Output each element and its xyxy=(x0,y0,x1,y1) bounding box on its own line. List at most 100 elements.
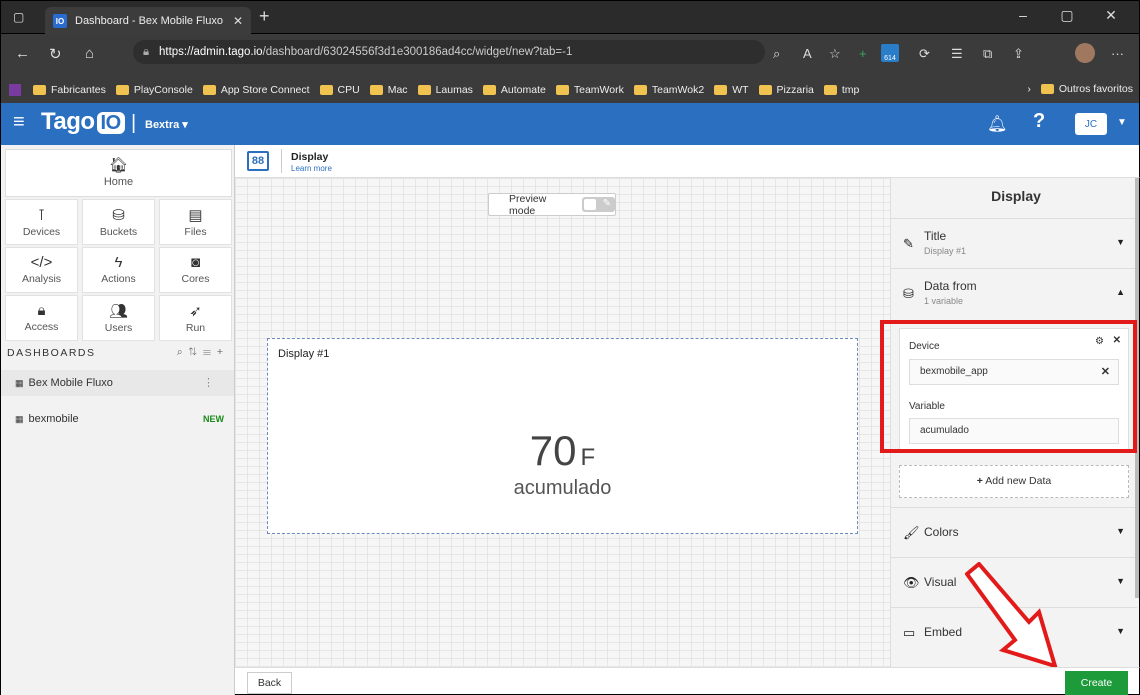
chevron-down-icon: ▼ xyxy=(1116,626,1125,636)
app-header: ≡ Tago IO | Bextra ▾ 🔔︎ ? JC ▼ xyxy=(0,103,1140,145)
folder-icon xyxy=(714,84,728,95)
sidebar-item-cores[interactable]: ◙ Cores xyxy=(159,247,232,293)
folder-icon xyxy=(1040,84,1054,94)
home-icon: 🏠︎ xyxy=(108,157,129,174)
sidebar-item-run[interactable]: ➶ Run xyxy=(159,295,232,341)
url-host: https://admin.tago.io xyxy=(159,46,263,58)
device-icon: ⊺ xyxy=(37,207,46,224)
bookmark-item[interactable]: WT xyxy=(714,84,749,96)
help-icon[interactable]: ? xyxy=(1033,110,1045,133)
bookmark-item[interactable]: Fabricantes xyxy=(33,84,106,96)
close-tab-icon[interactable]: ✕ xyxy=(233,14,243,28)
sidebar-item-devices[interactable]: ⊺ Devices xyxy=(5,199,78,245)
back-button[interactable]: Back xyxy=(247,672,292,694)
sidebar-item-files[interactable]: ▤ Files xyxy=(159,199,232,245)
site-info-icon[interactable]: 🔒︎ xyxy=(143,40,149,64)
section-title[interactable]: ✎ Title Display #1 ▼ xyxy=(891,218,1137,268)
preview-mode-toggle[interactable]: Preview mode ✎ xyxy=(488,193,616,217)
folder-icon xyxy=(482,84,496,95)
sidebar-item-analysis[interactable]: </> Analysis xyxy=(5,247,78,293)
folder-icon xyxy=(319,84,333,95)
maximize-icon[interactable]: ▢ xyxy=(1057,7,1077,24)
extension-plus-icon[interactable]: + xyxy=(859,46,867,61)
create-button[interactable]: Create xyxy=(1065,671,1128,695)
folder-icon xyxy=(823,84,837,95)
users-icon: 👥︎ xyxy=(108,303,129,320)
sidebar-item-access[interactable]: 🔒︎ Access xyxy=(5,295,78,341)
code-icon: </> xyxy=(30,254,53,271)
panel-title: Display xyxy=(991,188,1041,204)
more-options-icon[interactable]: ··· xyxy=(1111,46,1124,61)
tago-logo[interactable]: Tago IO xyxy=(41,108,125,136)
bookmark-item[interactable]: App Store Connect xyxy=(202,84,310,96)
sort-icon[interactable]: ⇅ xyxy=(189,346,203,358)
back-arrow-icon[interactable]: ← xyxy=(15,45,30,62)
toggle-switch[interactable]: ✎ xyxy=(581,197,615,212)
files-icon: ▤ xyxy=(188,207,203,224)
home-icon[interactable]: ⌂ xyxy=(85,45,94,62)
widget-variable-label: acumulado xyxy=(513,477,612,499)
bell-icon[interactable]: 🔔︎ xyxy=(987,114,1007,134)
kebab-menu-icon[interactable]: ⋮ xyxy=(203,370,214,396)
sidebar: 🏠︎ Home ⊺ Devices ⛁ Buckets ▤ Files </> Anal… xyxy=(0,145,235,695)
chevron-down-icon[interactable]: ▼ xyxy=(1117,117,1127,128)
close-window-icon[interactable]: ✕ xyxy=(1101,7,1121,24)
sidebar-item-actions[interactable]: ϟ Actions xyxy=(82,247,155,293)
section-colors[interactable]: 🖌︎ Colors ▼ xyxy=(891,507,1137,557)
user-avatar[interactable]: JC xyxy=(1075,113,1107,135)
other-bookmarks[interactable]: › Outros favoritos xyxy=(1027,83,1133,95)
list-icon[interactable]: ☰ xyxy=(203,346,217,358)
bookmark-item[interactable]: tmp xyxy=(823,84,859,96)
favorite-icon[interactable]: ☆ xyxy=(829,46,841,62)
dashboard-item-bex-mobile-fluxo[interactable]: ▦ Bex Mobile Fluxo ⋮ xyxy=(1,370,234,396)
learn-more-link[interactable]: Learn more xyxy=(291,164,332,173)
value-number: 70 xyxy=(529,427,577,474)
bookmark-item[interactable]: Automate xyxy=(482,84,546,96)
browser-tab[interactable]: IO Dashboard - Bex Mobile Fluxo ✕ xyxy=(45,7,251,35)
widget-title: Display #1 xyxy=(278,348,330,360)
plus-icon: + xyxy=(976,475,983,487)
folder-icon xyxy=(555,84,569,95)
browser-profile-avatar[interactable] xyxy=(1075,43,1095,63)
divider xyxy=(281,149,282,173)
sidebar-item-buckets[interactable]: ⛁ Buckets xyxy=(82,199,155,245)
bookmark-item[interactable]: Mac xyxy=(369,84,408,96)
bucket-icon: ⛁ xyxy=(903,286,914,301)
hamburger-menu-icon[interactable]: ≡ xyxy=(13,111,25,134)
read-aloud-icon[interactable]: A xyxy=(803,46,812,61)
folder-icon xyxy=(115,84,129,95)
dashboard-item-bexmobile[interactable]: ▦ bexmobile NEW xyxy=(1,406,234,432)
new-tab-icon[interactable]: + xyxy=(259,6,270,27)
display-widget: Display #1 70 F acumulado xyxy=(267,338,858,534)
chevron-right-icon: › xyxy=(1027,83,1031,95)
collections-icon[interactable]: ⧉ xyxy=(983,46,992,62)
bookmark-item[interactable]: TeamWok2 xyxy=(633,84,704,96)
bookmark-item[interactable]: TeamWork xyxy=(555,84,624,96)
folder-icon xyxy=(369,84,383,95)
bookmark-item[interactable]: PlayConsole xyxy=(115,84,193,96)
dashboards-header: DASHBOARDS ⌕⇅☰+ xyxy=(7,346,229,359)
window-menu-icon[interactable]: ▢ xyxy=(13,10,24,24)
bookmark-item[interactable]: Laumas xyxy=(417,84,473,96)
bookmark-item[interactable]: CPU xyxy=(319,84,360,96)
add-dashboard-icon[interactable]: + xyxy=(217,346,229,358)
extension-badge-icon[interactable]: 614 xyxy=(881,44,899,62)
reload-icon[interactable]: ↻ xyxy=(49,45,62,63)
minimize-icon[interactable]: – xyxy=(1013,7,1033,23)
extension-icon[interactable]: ⟳ xyxy=(919,46,930,62)
apps-icon[interactable] xyxy=(9,83,21,96)
section-data-from[interactable]: ⛁ Data from 1 variable ▲ xyxy=(891,268,1137,318)
search-page-icon[interactable]: ⌕ xyxy=(773,46,780,62)
add-new-data-button[interactable]: + Add new Data xyxy=(899,465,1129,498)
dashboard-grid-icon: ▦ xyxy=(15,378,24,388)
widget-footer: Back Create xyxy=(235,667,1140,695)
bookmark-item[interactable]: Pizzaria xyxy=(758,84,814,96)
favorites-list-icon[interactable]: ☰ xyxy=(951,46,963,62)
profile-selector[interactable]: Bextra ▾ xyxy=(145,118,188,131)
search-icon[interactable]: ⌕ xyxy=(177,346,189,358)
sidebar-home[interactable]: 🏠︎ Home xyxy=(5,149,232,197)
sidebar-item-users[interactable]: 👥︎ Users xyxy=(82,295,155,341)
share-icon[interactable]: ⇪ xyxy=(1013,46,1024,62)
browser-toolbar: ← ↻ ⌂ 🔒︎ https://admin.tago.io/dashboard… xyxy=(0,34,1140,76)
address-bar[interactable]: 🔒︎ https://admin.tago.io/dashboard/63024… xyxy=(133,40,765,64)
